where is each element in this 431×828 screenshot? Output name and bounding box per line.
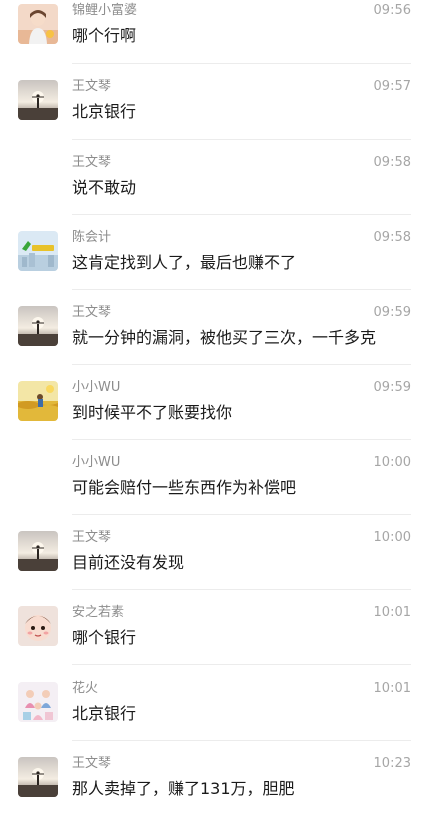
chat-message[interactable]: 王文琴 09:59 就一分钟的漏洞，被他买了三次，一千多克 xyxy=(0,302,431,377)
message-text: 那人卖掉了，赚了131万，胆肥 xyxy=(72,779,295,798)
message-text: 就一分钟的漏洞，被他买了三次，一千多克 xyxy=(72,328,377,347)
chat-message[interactable]: 小小WU 10:00 可能会赔付一些东西作为补偿吧 xyxy=(0,452,431,527)
chat-message[interactable]: 安之若素 10:01 哪个银行 xyxy=(0,602,431,677)
message-text: 目前还没有发现 xyxy=(72,553,185,572)
sender-name: 小小WU xyxy=(72,455,121,470)
divider xyxy=(72,364,411,365)
chat-message[interactable]: 小小WU 09:59 到时候平不了账要找你 xyxy=(0,377,431,452)
chat-message[interactable]: 王文琴 10:00 目前还没有发现 xyxy=(0,527,431,602)
girl-avatar[interactable] xyxy=(18,4,58,44)
divider xyxy=(72,139,411,140)
sender-name: 锦鲤小富婆 xyxy=(72,3,138,18)
message-time: 10:00 xyxy=(373,530,411,545)
sender-name: 花火 xyxy=(72,681,99,696)
message-time: 10:01 xyxy=(373,605,411,620)
message-text: 可能会赔付一些东西作为补偿吧 xyxy=(72,478,297,497)
divider xyxy=(72,439,411,440)
baby-avatar[interactable] xyxy=(18,606,58,646)
sender-name: 陈会计 xyxy=(72,230,112,245)
message-time: 09:58 xyxy=(373,155,411,170)
chat-message[interactable]: 王文琴 09:58 说不敢动 xyxy=(0,152,431,227)
divider xyxy=(72,289,411,290)
message-time: 09:59 xyxy=(373,380,411,395)
chat-message[interactable]: 花火 10:01 北京银行 xyxy=(0,678,431,753)
message-time: 09:57 xyxy=(373,79,411,94)
sender-name: 王文琴 xyxy=(72,155,112,170)
message-text: 北京银行 xyxy=(72,704,137,723)
message-text: 哪个银行 xyxy=(72,628,137,647)
family-avatar[interactable] xyxy=(18,682,58,722)
accounting-logo-avatar[interactable] xyxy=(18,231,58,271)
message-time: 09:59 xyxy=(373,305,411,320)
message-text: 北京银行 xyxy=(72,102,137,121)
chat-message[interactable]: 王文琴 10:23 那人卖掉了，赚了131万，胆肥 xyxy=(0,753,431,828)
wheat-field-avatar[interactable] xyxy=(18,381,58,421)
chat-message-list: 锦鲤小富婆 09:56 哪个行啊 王文琴 09:57 北京银行 王文琴 09:5… xyxy=(0,0,431,800)
divider xyxy=(72,740,411,741)
message-time: 10:01 xyxy=(373,681,411,696)
message-time: 10:00 xyxy=(373,455,411,470)
sunset-avatar[interactable] xyxy=(18,80,58,120)
divider xyxy=(72,589,411,590)
message-text: 说不敢动 xyxy=(72,178,137,197)
divider xyxy=(72,63,411,64)
chat-message[interactable]: 陈会计 09:58 这肯定找到人了，最后也赚不了 xyxy=(0,227,431,302)
message-time: 10:23 xyxy=(373,756,411,771)
sender-name: 王文琴 xyxy=(72,756,112,771)
sender-name: 安之若素 xyxy=(72,605,125,620)
sunset-avatar[interactable] xyxy=(18,757,58,797)
sender-name: 王文琴 xyxy=(72,530,112,545)
message-text: 到时候平不了账要找你 xyxy=(72,403,233,422)
message-time: 09:56 xyxy=(373,3,411,18)
divider xyxy=(72,514,411,515)
message-text: 这肯定找到人了，最后也赚不了 xyxy=(72,253,297,272)
message-time: 09:58 xyxy=(373,230,411,245)
sunset-avatar[interactable] xyxy=(18,306,58,346)
divider xyxy=(72,664,411,665)
sender-name: 王文琴 xyxy=(72,305,112,320)
sunset-avatar[interactable] xyxy=(18,531,58,571)
divider xyxy=(72,214,411,215)
sender-name: 小小WU xyxy=(72,380,121,395)
sender-name: 王文琴 xyxy=(72,79,112,94)
message-text: 哪个行啊 xyxy=(72,26,137,45)
